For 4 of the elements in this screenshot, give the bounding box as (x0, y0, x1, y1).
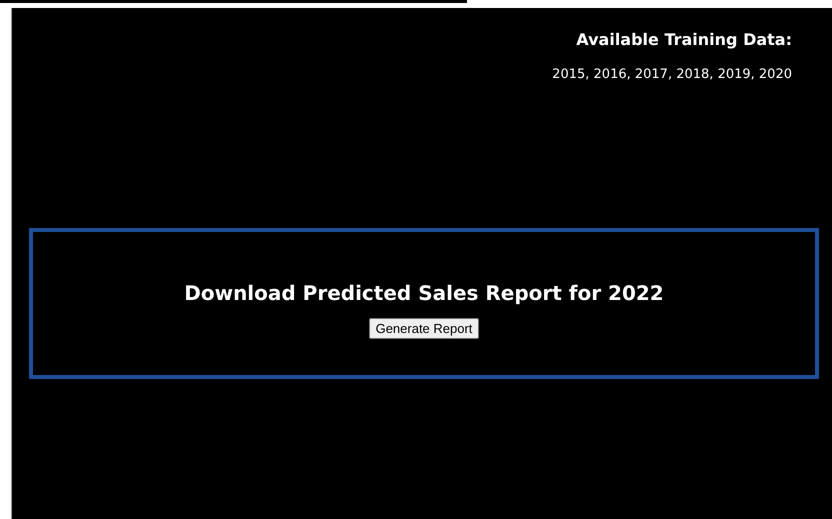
generate-report-button[interactable]: Generate Report (368, 318, 480, 339)
training-years: 2015, 2016, 2017, 2018, 2019, 2020 (552, 67, 792, 82)
report-heading: Download Predicted Sales Report for 2022 (184, 281, 664, 305)
training-data-title: Available Training Data: (576, 30, 792, 49)
